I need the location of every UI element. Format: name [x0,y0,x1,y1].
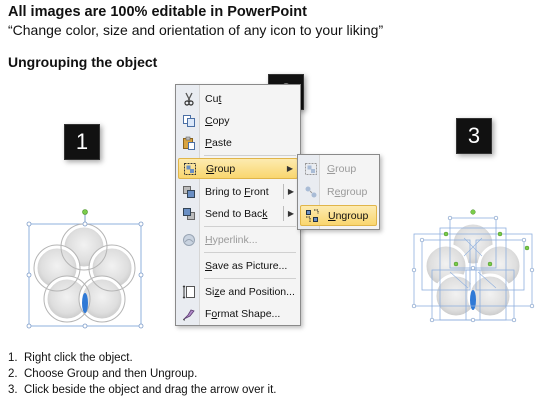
instructions-list: 1. Right click the object. 2. Choose Group… [8,350,277,398]
menu-item-label: Group [206,162,236,175]
group-icon [300,162,322,176]
instruction-item: 1. Right click the object. [8,352,133,364]
menu-item-label: Send to Back [205,207,268,220]
menu-item-bring-to-front[interactable]: Bring to Front ▶ [178,181,298,202]
menu-item-cut[interactable]: Cut [178,88,298,109]
format-shape-icon [178,307,200,321]
menu-item-size-and-position[interactable]: Size and Position... [178,281,298,302]
group-submenu: Group Regroup Ungroup [297,154,380,230]
submenu-arrow-icon: ▶ [287,187,294,196]
menu-separator [204,226,296,227]
menu-item-save-as-picture[interactable]: Save as Picture... [178,255,298,276]
menu-item-copy[interactable]: Copy [178,110,298,131]
menu-item-format-shape[interactable]: Format Shape... [178,303,298,324]
bring-to-front-icon [178,185,200,199]
menu-item-label: Regroup [327,185,368,198]
send-to-back-icon [178,207,200,221]
menu-item-label: Paste [205,136,232,149]
grouped-circles-diagram[interactable] [22,206,148,330]
header-subtitle: “Change color, size and orientation of a… [8,22,384,38]
menu-item-label: Ungroup [328,209,369,222]
submenu-item-group[interactable]: Group [300,158,377,179]
menu-item-label: Format Shape... [205,307,281,320]
submenu-arrow-icon: ▶ [287,209,294,218]
context-menu: Cut Copy Paste Group ▶ Bring to Front ▶ … [175,84,301,326]
menu-item-label: Hyperlink... [205,233,258,246]
hyperlink-icon [178,233,200,247]
menu-item-label: Cut [205,92,222,105]
ungrouped-circles-diagram[interactable] [410,208,536,330]
instruction-item: 3. Click beside the object and drag the a… [8,384,277,396]
step-badge-3: 3 [456,118,492,154]
menu-item-send-to-back[interactable]: Send to Back ▶ [178,203,298,224]
menu-item-label: Copy [205,114,230,127]
menu-item-label: Group [327,162,357,175]
section-title: Ungrouping the object [8,54,158,70]
menu-item-label: Bring to Front [205,185,269,198]
menu-separator [204,252,296,253]
menu-separator [204,155,296,156]
ungroup-icon [301,209,323,223]
header-title: All images are 100% editable in PowerPoi… [8,4,307,20]
size-position-icon [178,284,200,299]
step-badge-1: 1 [64,124,100,160]
menu-item-label: Save as Picture... [205,259,288,272]
group-icon [179,162,201,176]
copy-icon [178,114,200,128]
paste-icon [178,136,200,150]
scissors-icon [178,92,200,106]
submenu-arrow-icon: ▶ [286,164,293,173]
submenu-item-ungroup[interactable]: Ungroup [300,205,377,226]
submenu-item-regroup[interactable]: Regroup [300,181,377,202]
regroup-icon [300,185,322,199]
instruction-item: 2. Choose Group and then Ungroup. [8,368,198,380]
menu-separator [204,278,296,279]
menu-item-paste[interactable]: Paste [178,132,298,153]
menu-item-hyperlink[interactable]: Hyperlink... [178,229,298,250]
menu-item-label: Size and Position... [205,285,295,298]
menu-item-group[interactable]: Group ▶ [178,158,298,179]
